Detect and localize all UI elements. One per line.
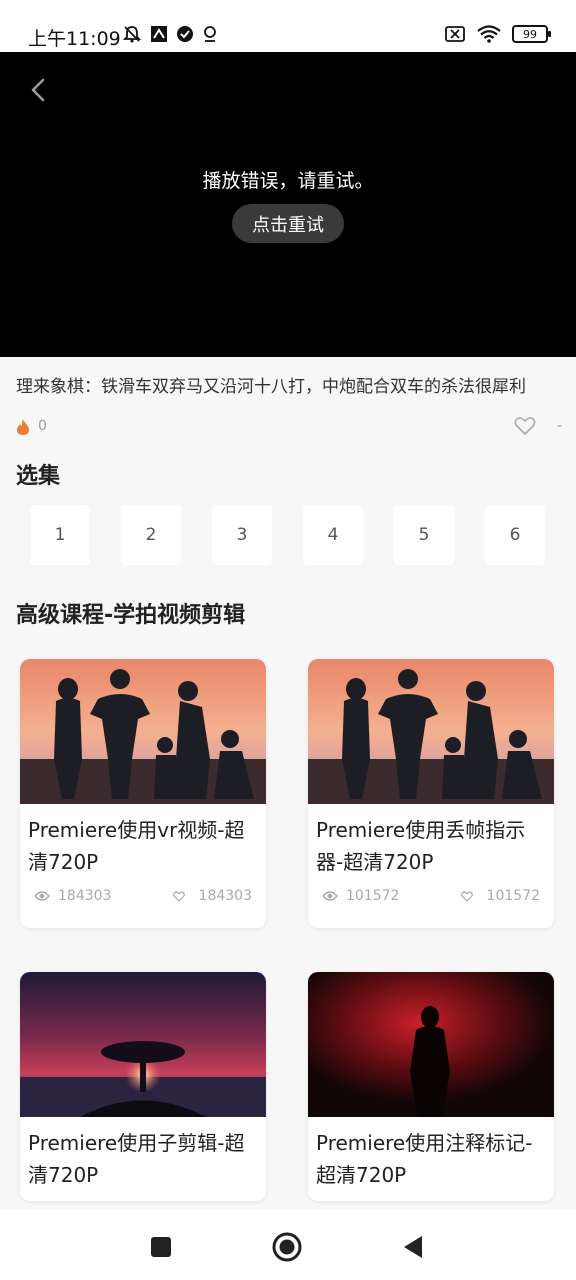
status-icons-left: [122, 24, 218, 44]
fire-count: 0: [38, 418, 47, 434]
course-thumbnail: [308, 972, 554, 1117]
eye-icon: [322, 891, 338, 901]
courses-heading: 高级课程-学拍视频剪辑: [16, 603, 246, 628]
like-count: -: [556, 418, 562, 434]
fire-icon: [16, 418, 30, 440]
wifi-icon: [476, 24, 502, 44]
recents-button[interactable]: [144, 1230, 178, 1264]
course-stats: 184303 184303: [20, 888, 266, 928]
system-nav-bar: [0, 1210, 576, 1280]
episode-item[interactable]: 2: [121, 505, 181, 565]
course-thumbnail: [308, 659, 554, 804]
course-thumbnail: [20, 972, 266, 1117]
heart-icon: [172, 890, 185, 902]
episodes-heading: 选集: [16, 464, 61, 489]
mute-bell-icon: [122, 24, 142, 44]
episode-list: 1 2 3 4 5 6: [30, 505, 545, 565]
back-nav-button[interactable]: [396, 1230, 430, 1264]
home-button[interactable]: [270, 1230, 304, 1264]
episode-item[interactable]: 6: [485, 505, 545, 565]
video-title: 理来象棋：铁滑车双弃马又沿河十八打，中炮配合双车的杀法很犀利: [16, 377, 526, 397]
heart-icon: [460, 890, 473, 902]
course-card[interactable]: Premiere使用注释标记-超清720P: [308, 972, 554, 1201]
course-stats: 101572 101572: [308, 888, 554, 928]
episode-item[interactable]: 5: [394, 505, 454, 565]
location-pin-icon: [202, 25, 218, 43]
status-icons-right: 99: [444, 24, 551, 44]
like-count: 101572: [486, 888, 540, 904]
battery-level: 99: [523, 27, 537, 41]
like-count: 184303: [198, 888, 252, 904]
playback-error-message: 播放错误，请重试。: [202, 170, 374, 192]
check-circle-icon: [176, 25, 194, 43]
video-meta-row: 0 -: [16, 416, 562, 440]
status-time: 上午11:09: [28, 28, 121, 50]
circle-icon: [272, 1232, 302, 1262]
status-bar: 上午11:09 99: [0, 0, 576, 52]
course-title: Premiere使用vr视频-超清720P: [28, 818, 245, 874]
view-count: 184303: [58, 888, 112, 904]
course-title: Premiere使用丢帧指示器-超清720P: [316, 818, 526, 874]
course-title: Premiere使用注释标记-超清720P: [316, 1131, 533, 1187]
sim-off-icon: [444, 25, 466, 43]
video-player[interactable]: 播放错误，请重试。 点击重试: [0, 52, 576, 357]
heart-icon[interactable]: [514, 416, 536, 440]
course-card[interactable]: Premiere使用丢帧指示器-超清720P 101572 101572: [308, 659, 554, 928]
eye-icon: [34, 891, 50, 901]
view-count: 101572: [346, 888, 400, 904]
battery-icon: 99: [512, 25, 551, 43]
back-button[interactable]: [22, 74, 54, 106]
retry-button[interactable]: 点击重试: [232, 204, 344, 243]
episode-item[interactable]: 4: [303, 505, 363, 565]
chevron-left-icon: [31, 78, 45, 102]
square-icon: [151, 1237, 171, 1257]
flag-icon: [150, 25, 168, 43]
course-title: Premiere使用子剪辑-超清720P: [28, 1131, 245, 1187]
episode-item[interactable]: 3: [212, 505, 272, 565]
episode-item[interactable]: 1: [30, 505, 90, 565]
course-thumbnail: [20, 659, 266, 804]
course-card[interactable]: Premiere使用vr视频-超清720P 184303 184303: [20, 659, 266, 928]
triangle-back-icon: [404, 1236, 422, 1258]
course-card[interactable]: Premiere使用子剪辑-超清720P: [20, 972, 266, 1201]
